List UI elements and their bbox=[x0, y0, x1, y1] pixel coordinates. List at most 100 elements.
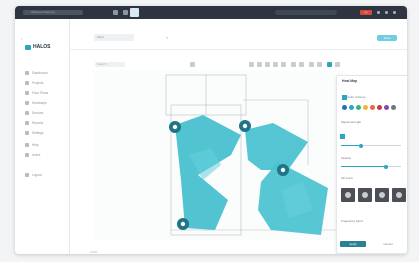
sidebar-item-heatmaps[interactable]: Heatmaps bbox=[25, 100, 47, 105]
opacity-label: Opacity bbox=[341, 156, 352, 160]
app-logo[interactable]: HALOS bbox=[25, 44, 55, 51]
notification-badge[interactable]: ••• bbox=[360, 10, 372, 15]
zoom-in-icon[interactable] bbox=[249, 62, 254, 67]
measure-icon[interactable] bbox=[299, 62, 304, 67]
zoom-out-icon[interactable] bbox=[257, 62, 262, 67]
grid-tool-icon[interactable] bbox=[317, 62, 322, 67]
browser-tab-bar: Wireless Planning ••• bbox=[15, 6, 407, 19]
coverage-zones bbox=[175, 115, 328, 235]
address-bar[interactable] bbox=[275, 10, 337, 15]
sidebar-item-logout[interactable]: Logout bbox=[25, 172, 42, 177]
save-button[interactable]: Save bbox=[377, 35, 397, 41]
sidebar-item-settings[interactable]: Settings bbox=[25, 130, 44, 135]
canvas-toolbar: Search bbox=[95, 61, 340, 69]
window-icon[interactable] bbox=[113, 10, 118, 15]
frequency-band-label: Frequency band bbox=[341, 219, 363, 223]
color-swatch[interactable] bbox=[377, 105, 382, 110]
color-swatch[interactable] bbox=[342, 105, 347, 110]
sidebar-item-floor-plans[interactable]: Floor Plans bbox=[25, 90, 48, 95]
search-input[interactable]: Search bbox=[95, 62, 125, 67]
chart-icon bbox=[25, 120, 29, 125]
user-icon bbox=[25, 152, 29, 157]
dot-icon[interactable] bbox=[393, 11, 396, 14]
ap-tool-icon[interactable] bbox=[291, 62, 296, 67]
sidebar-item-label: Help bbox=[32, 142, 39, 147]
sidebar-item-reports[interactable]: Reports bbox=[25, 120, 43, 125]
dot-icon[interactable] bbox=[385, 11, 388, 14]
sidebar-item-label: Floor Plans bbox=[32, 90, 49, 95]
color-swatch[interactable] bbox=[363, 105, 368, 110]
sidebar-item-label: Projects bbox=[32, 80, 44, 85]
sidebar-item-users[interactable]: Users bbox=[25, 152, 40, 157]
heatmap-drawing bbox=[165, 74, 338, 236]
access-point-center bbox=[180, 221, 186, 227]
sidebar: ‹ HALOS Dashboard Projects Floor Plans H… bbox=[15, 19, 70, 254]
opacity-slider-fill bbox=[341, 166, 386, 167]
apply-button[interactable]: Apply bbox=[340, 241, 366, 247]
signal-checkbox[interactable] bbox=[340, 134, 345, 139]
access-point-center bbox=[172, 124, 178, 130]
color-swatch[interactable] bbox=[384, 105, 389, 110]
sidebar-item-label: Heatmaps bbox=[32, 100, 47, 105]
sidebar-item-label: Settings bbox=[32, 130, 44, 135]
document-header: Floor × Save bbox=[70, 19, 407, 50]
signal-slider-fill bbox=[341, 145, 361, 146]
color-swatch[interactable] bbox=[370, 105, 375, 110]
map-icon bbox=[25, 90, 29, 95]
exit-icon bbox=[25, 172, 29, 177]
layers-icon bbox=[25, 100, 29, 105]
opacity-slider[interactable] bbox=[341, 164, 401, 169]
router-icon bbox=[25, 110, 29, 115]
window-icon[interactable] bbox=[123, 10, 128, 15]
select-tool-icon[interactable] bbox=[190, 62, 195, 67]
rotate-icon[interactable] bbox=[273, 62, 278, 67]
heatmap-tool-icon[interactable] bbox=[327, 62, 332, 67]
opacity-slider-knob[interactable] bbox=[384, 164, 388, 169]
access-point-center bbox=[242, 123, 248, 129]
sidebar-item-label: Dashboard bbox=[32, 70, 48, 75]
gear-icon bbox=[25, 130, 29, 135]
panel-title: Heat Map bbox=[342, 79, 358, 83]
signal-strength-label: Signal strength bbox=[341, 120, 362, 124]
zoom-level: 100% bbox=[90, 250, 98, 254]
heatmap-settings-panel: Heat Map × Color scheme bbox=[336, 75, 407, 254]
folder-icon bbox=[25, 80, 29, 85]
close-icon[interactable]: × bbox=[166, 35, 168, 40]
ap-style-thumbnail[interactable] bbox=[392, 188, 406, 202]
ap-style-thumbnail[interactable] bbox=[375, 188, 389, 202]
pan-icon[interactable] bbox=[265, 62, 270, 67]
export-icon[interactable] bbox=[335, 62, 340, 67]
document-tab[interactable]: Floor bbox=[94, 34, 134, 41]
color-swatch[interactable] bbox=[349, 105, 354, 110]
sidebar-item-help[interactable]: Help bbox=[25, 142, 39, 147]
color-swatch[interactable] bbox=[391, 105, 396, 110]
grid-icon bbox=[25, 70, 29, 75]
sidebar-item-label: Reports bbox=[32, 120, 44, 125]
ap-icons-label: AP icons bbox=[341, 176, 353, 180]
wall-tool-icon[interactable] bbox=[281, 62, 286, 67]
active-window-icon[interactable] bbox=[130, 8, 139, 17]
sidebar-item-label: Logout bbox=[32, 172, 42, 177]
sidebar-item-projects[interactable]: Projects bbox=[25, 80, 44, 85]
access-point-center bbox=[280, 167, 286, 173]
color-swatch[interactable] bbox=[356, 105, 361, 110]
ap-style-thumbnail[interactable] bbox=[341, 188, 355, 202]
sidebar-item-devices[interactable]: Devices bbox=[25, 110, 43, 115]
ap-style-thumbnail[interactable] bbox=[358, 188, 372, 202]
sidebar-item-dashboard[interactable]: Dashboard bbox=[25, 70, 48, 75]
logo-text: HALOS bbox=[33, 44, 51, 50]
floor-plan-canvas[interactable] bbox=[93, 70, 343, 240]
cancel-button[interactable]: Cancel bbox=[375, 241, 401, 247]
back-icon[interactable]: ‹ bbox=[21, 37, 25, 41]
dot-icon[interactable] bbox=[377, 11, 380, 14]
coverage-zone bbox=[245, 123, 308, 170]
color-scheme-label: Color scheme bbox=[347, 95, 366, 99]
sidebar-item-label: Users bbox=[32, 152, 41, 157]
browser-tab[interactable]: Wireless Planning bbox=[23, 10, 83, 15]
layers-tool-icon[interactable] bbox=[309, 62, 314, 67]
sidebar-item-label: Devices bbox=[32, 110, 44, 115]
signal-slider[interactable] bbox=[341, 143, 401, 148]
app-window: Wireless Planning ••• ‹ HALOS Dashboard … bbox=[15, 6, 407, 254]
logo-mark-icon bbox=[25, 45, 31, 50]
signal-slider-knob[interactable] bbox=[359, 143, 363, 148]
